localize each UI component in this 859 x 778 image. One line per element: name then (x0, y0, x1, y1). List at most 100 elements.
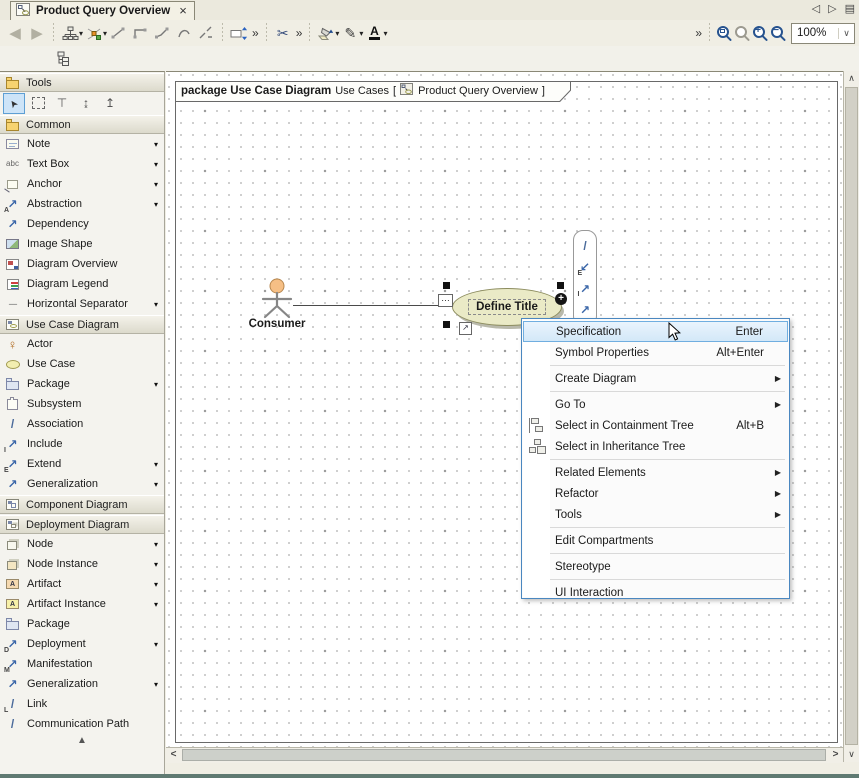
palette-item-node[interactable]: Node▾ (0, 534, 164, 554)
menu-item-tools[interactable]: Tools▶ (523, 504, 788, 525)
generalization-handle[interactable]: ↗ (578, 303, 593, 318)
zoom-out-button[interactable]: − (769, 24, 787, 42)
palette-item-diagram-overview[interactable]: Diagram Overview (0, 254, 164, 274)
palette-item-communication-path[interactable]: /Communication Path (0, 714, 164, 734)
palette-item-dropdown-icon[interactable]: ▾ (154, 140, 158, 149)
palette-item-text-box[interactable]: abcText Box▾ (0, 154, 164, 174)
menu-item-select-in-inheritance-tree[interactable]: Select in Inheritance Tree (523, 436, 788, 457)
selection-handle[interactable] (443, 321, 450, 328)
zoom-region-button[interactable] (715, 24, 733, 42)
palette-item-diagram-legend[interactable]: Diagram Legend (0, 274, 164, 294)
zoom-combo-arrow-icon[interactable]: ∨ (838, 28, 854, 39)
font-color-button[interactable]: A (363, 22, 385, 44)
select-in-containment-tree-button[interactable] (52, 48, 74, 70)
palette-item-actor[interactable]: ♀Actor (0, 334, 164, 354)
compartment-ellipsis-button[interactable]: … (438, 294, 453, 307)
palette-item-dropdown-icon[interactable]: ▾ (154, 540, 158, 549)
palette-item-node-instance[interactable]: Node Instance▾ (0, 554, 164, 574)
autosize-button[interactable] (228, 22, 250, 44)
group-overflow-icon[interactable]: » (252, 26, 259, 40)
palette-item-dependency[interactable]: ↗Dependency (0, 214, 164, 234)
palette-item-include[interactable]: ↗IInclude (0, 434, 164, 454)
palette-item-dropdown-icon[interactable]: ▾ (154, 580, 158, 589)
palette-item-manifestation[interactable]: ↗MManifestation (0, 654, 164, 674)
tab-list-icon[interactable]: ▤ (845, 2, 855, 15)
palette-item-package[interactable]: Package (0, 614, 164, 634)
palette-item-dropdown-icon[interactable]: ▾ (154, 300, 158, 309)
path-oblique-button[interactable] (151, 22, 173, 44)
palette-item-note[interactable]: Note▾ (0, 134, 164, 154)
palette-item-abstraction[interactable]: ↗AAbstraction▾ (0, 194, 164, 214)
vertical-distribute-tool[interactable]: ↨ (75, 93, 97, 114)
diagram-canvas[interactable]: package Use Case Diagram Use Cases [ Pro… (166, 71, 843, 747)
scroll-tabs-right-icon[interactable]: ▷ (828, 2, 836, 15)
zoom-fit-button[interactable] (733, 24, 751, 42)
palette-item-dropdown-icon[interactable]: ▾ (154, 680, 158, 689)
horizontal-scrollbar[interactable]: < > (166, 747, 843, 763)
path-mixed-button[interactable] (195, 22, 217, 44)
menu-item-ui-interaction[interactable]: UI Interaction (523, 582, 788, 603)
pointer-tool[interactable]: ➤ (3, 93, 25, 114)
hyperlink-badge[interactable]: ↗ (459, 322, 472, 335)
palette-item-dropdown-icon[interactable]: ▾ (154, 180, 158, 189)
selection-handle[interactable] (443, 282, 450, 289)
palette-item-anchor[interactable]: Anchor▾ (0, 174, 164, 194)
cut-button[interactable]: ✂ (272, 22, 294, 44)
path-curved-button[interactable] (173, 22, 195, 44)
palette-item-dropdown-icon[interactable]: ▾ (154, 600, 158, 609)
palette-section-tools[interactable]: Tools (0, 73, 164, 92)
palette-item-dropdown-icon[interactable]: ▾ (154, 380, 158, 389)
palette-section-component-diagram[interactable]: Component Diagram (0, 495, 164, 514)
back-button[interactable]: ◀ (4, 22, 26, 44)
palette-item-artifact-instance[interactable]: AArtifact Instance▾ (0, 594, 164, 614)
menu-item-refactor[interactable]: Refactor▶ (523, 483, 788, 504)
palette-section-use-case-diagram[interactable]: Use Case Diagram (0, 315, 164, 334)
stamp-tool[interactable]: ⊤ (51, 93, 73, 114)
zoom-in-button[interactable]: + (751, 24, 769, 42)
palette-section-common[interactable]: Common (0, 115, 164, 134)
menu-item-specification[interactable]: SpecificationEnter (523, 321, 788, 342)
palette-item-image-shape[interactable]: Image Shape (0, 234, 164, 254)
add-related-element-badge[interactable]: + (555, 293, 567, 305)
menu-item-related-elements[interactable]: Related Elements▶ (523, 462, 788, 483)
palette-item-dropdown-icon[interactable]: ▾ (154, 640, 158, 649)
palette-item-package[interactable]: Package▾ (0, 374, 164, 394)
menu-item-symbol-properties[interactable]: Symbol PropertiesAlt+Enter (523, 342, 788, 363)
include-handle[interactable]: ↗I (578, 281, 593, 296)
usecase-label[interactable]: Define Title (468, 299, 546, 315)
forward-button[interactable]: ▶ (26, 22, 48, 44)
palette-item-dropdown-icon[interactable]: ▾ (154, 480, 158, 489)
layout-tree-button[interactable] (59, 22, 81, 44)
association-line[interactable] (293, 305, 452, 306)
association-handle[interactable]: / (578, 238, 593, 253)
palette-item-use-case[interactable]: Use Case (0, 354, 164, 374)
actor-consumer-shape[interactable] (256, 275, 298, 319)
line-color-button[interactable]: ✎ (339, 22, 361, 44)
marquee-selection-tool[interactable] (27, 93, 49, 114)
scroll-left-icon[interactable]: < (166, 748, 181, 763)
palette-item-deployment[interactable]: ↗DDeployment▾ (0, 634, 164, 654)
palette-item-link[interactable]: /LLink (0, 694, 164, 714)
scroll-tabs-left-icon[interactable]: ◁ (812, 2, 820, 15)
palette-collapse-button[interactable]: ▲ (0, 735, 164, 746)
menu-item-edit-compartments[interactable]: Edit Compartments (523, 530, 788, 551)
palette-item-dropdown-icon[interactable]: ▾ (154, 160, 158, 169)
quick-layout-button[interactable] (83, 22, 105, 44)
menu-item-create-diagram[interactable]: Create Diagram▶ (523, 368, 788, 389)
palette-item-generalization[interactable]: ↗Generalization▾ (0, 474, 164, 494)
palette-item-association[interactable]: /Association (0, 414, 164, 434)
palette-item-dropdown-icon[interactable]: ▾ (154, 560, 158, 569)
tab-close-icon[interactable]: × (179, 6, 187, 16)
selection-handle[interactable] (557, 282, 564, 289)
scroll-down-icon[interactable]: ∨ (844, 747, 859, 762)
menu-item-stereotype[interactable]: Stereotype (523, 556, 788, 577)
vertical-scrollbar-thumb[interactable] (845, 87, 858, 745)
palette-item-extend[interactable]: ↗EExtend▾ (0, 454, 164, 474)
palette-item-subsystem[interactable]: Subsystem (0, 394, 164, 414)
palette-item-generalization[interactable]: ↗Generalization▾ (0, 674, 164, 694)
group-overflow-icon[interactable]: » (296, 26, 303, 40)
path-rectilinear-button[interactable] (129, 22, 151, 44)
scroll-up-icon[interactable]: ∧ (844, 71, 859, 86)
horizontal-scrollbar-thumb[interactable] (182, 749, 826, 761)
vertical-compress-tool[interactable]: ↥ (99, 93, 121, 114)
